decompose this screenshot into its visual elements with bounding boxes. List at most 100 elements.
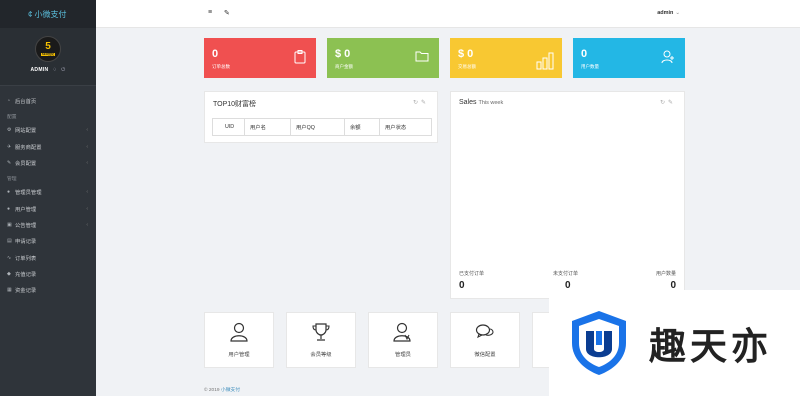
tile-member-level[interactable]: 会员等级 bbox=[286, 312, 356, 368]
sales-stat-paid: 已支付订单 0 bbox=[459, 270, 484, 291]
sidebar-item-user-manage[interactable]: ● 用户管理 ‹ bbox=[0, 200, 96, 216]
chart-line-icon: ∿ bbox=[7, 254, 12, 261]
sidebar: ¢ 小微支付 5 SEO优化 ADMIN ♢ ⏻ ◔ 后台首页 配置 ⚙ 网站配… bbox=[0, 0, 96, 396]
stat-card-orders[interactable]: 0 订单总数 bbox=[204, 38, 316, 78]
users-icon: ● bbox=[7, 205, 11, 212]
footer-copyright: © 2019 bbox=[204, 388, 220, 393]
sidebar-item-label: 订单列表 bbox=[15, 255, 37, 262]
top10-table: UID 用户名 用户QQ 余额 用户状态 bbox=[212, 118, 432, 136]
footer: © 2019 小微支付 bbox=[204, 386, 240, 393]
admin-users-icon bbox=[393, 322, 411, 342]
column-header-username[interactable]: 用户名 bbox=[244, 118, 291, 136]
user-menu[interactable]: admin ⌄ bbox=[657, 10, 680, 16]
menu-toggle-icon[interactable]: ≡ bbox=[208, 9, 212, 16]
list-icon: ▤ bbox=[7, 238, 12, 245]
sidebar-item-home[interactable]: ◔ 后台首页 bbox=[0, 93, 96, 109]
chevron-left-icon: ‹ bbox=[86, 189, 88, 196]
stat-value: $ 0 bbox=[335, 48, 351, 60]
user-icon: ● bbox=[7, 189, 11, 196]
sidebar-item-orders[interactable]: ∿ 订单列表 bbox=[0, 249, 96, 265]
sidebar-item-label: 公告管理 bbox=[15, 222, 37, 229]
chevron-left-icon: ‹ bbox=[86, 221, 88, 228]
sales-stat-label: 未支付订单 bbox=[553, 271, 579, 277]
tile-label: 微信配置 bbox=[474, 352, 496, 358]
clipboard-icon bbox=[294, 50, 306, 64]
sidebar-item-funds[interactable]: ▦ 资金记录 bbox=[0, 282, 96, 298]
footer-link[interactable]: 小微支付 bbox=[221, 388, 240, 393]
panel-tools: ↻✎ bbox=[660, 99, 676, 106]
pencil-icon[interactable]: ✎ bbox=[421, 100, 429, 106]
profile-row: ADMIN ♢ ⏻ bbox=[31, 67, 66, 73]
notification-icon[interactable]: ♢ bbox=[52, 67, 57, 73]
sidebar-item-admin-manage[interactable]: ● 管理员管理 ‹ bbox=[0, 184, 96, 200]
sidebar-section-config: 配置 bbox=[7, 115, 17, 121]
sidebar-item-label: 用户管理 bbox=[15, 206, 37, 213]
diamond-icon: ◆ bbox=[7, 270, 11, 277]
chevron-left-icon: ‹ bbox=[86, 127, 88, 134]
user-icon bbox=[230, 322, 248, 342]
power-icon[interactable]: ⏻ bbox=[61, 67, 65, 73]
chevron-left-icon: ‹ bbox=[86, 143, 88, 150]
sidebar-item-notice-manage[interactable]: ▣ 公告管理 ‹ bbox=[0, 217, 96, 233]
table-icon: ▦ bbox=[7, 287, 12, 294]
column-header-status[interactable]: 用户状态 bbox=[379, 118, 432, 136]
stat-value: 0 bbox=[581, 48, 588, 60]
column-header-uid[interactable]: UID bbox=[212, 118, 245, 136]
tile-label: 会员等级 bbox=[310, 352, 332, 358]
stat-card-merchant-amount[interactable]: $ 0 商户金额 bbox=[327, 38, 439, 78]
sales-title: Sales bbox=[459, 99, 477, 106]
sidebar-item-applications[interactable]: ▤ 申请记录 bbox=[0, 233, 96, 249]
sidebar-item-recharge[interactable]: ◆ 充值记录 bbox=[0, 266, 96, 282]
sidebar-item-label: 后台首页 bbox=[15, 99, 37, 106]
stat-card-trade-total[interactable]: $ 0 交易总额 bbox=[450, 38, 562, 78]
panel-title: Sales This week bbox=[459, 99, 503, 106]
sales-stat-unpaid: 未支付订单 0 bbox=[553, 270, 578, 291]
wrench-icon[interactable]: ✎ bbox=[224, 9, 230, 17]
tile-label: 用户管理 bbox=[228, 352, 250, 358]
table-header-row: UID 用户名 用户QQ 余额 用户状态 bbox=[212, 118, 432, 136]
user-add-icon bbox=[661, 50, 674, 64]
sales-panel: Sales This week ↻✎ 已支付订单 0 未支付订单 0 用户数量 … bbox=[450, 91, 685, 299]
pencil-icon[interactable]: ✎ bbox=[668, 100, 676, 106]
sidebar-section-manage: 管理 bbox=[7, 177, 17, 183]
stat-label: 商户金额 bbox=[335, 64, 353, 69]
column-header-balance[interactable]: 余额 bbox=[344, 118, 380, 136]
dashboard-icon: ◔ bbox=[7, 98, 11, 105]
sidebar-item-label: 申请记录 bbox=[15, 239, 37, 246]
trophy-icon bbox=[312, 323, 330, 341]
sidebar-item-label: 管理员管理 bbox=[15, 190, 42, 197]
tile-wechat-config[interactable]: 微信配置 bbox=[450, 312, 520, 368]
shield-logo-icon bbox=[572, 311, 626, 375]
gear-icon: ⚙ bbox=[7, 127, 12, 134]
chevron-left-icon: ‹ bbox=[86, 205, 88, 212]
sidebar-item-provider-config[interactable]: ✈ 服务商配置 ‹ bbox=[0, 139, 96, 155]
sidebar-item-label: 资金记录 bbox=[15, 288, 37, 295]
stat-label: 交易总额 bbox=[458, 64, 476, 69]
sales-subtitle: This week bbox=[478, 100, 504, 106]
bar-chart-icon bbox=[536, 52, 554, 70]
tile-label: 管理员 bbox=[395, 352, 411, 358]
panel-tools: ↻✎ bbox=[413, 99, 429, 106]
avatar[interactable]: 5 SEO优化 bbox=[35, 36, 61, 62]
sidebar-item-label: 充值记录 bbox=[15, 271, 37, 278]
wrench-icon: ✎ bbox=[7, 160, 12, 167]
tile-admins[interactable]: 管理员 bbox=[368, 312, 438, 368]
refresh-icon[interactable]: ↻ bbox=[660, 100, 668, 106]
stat-label: 用户数量 bbox=[581, 64, 599, 69]
watermark: 趣天亦 bbox=[549, 290, 800, 396]
sidebar-item-member-config[interactable]: ✎ 会员配置 ‹ bbox=[0, 155, 96, 171]
sidebar-nav: ◔ 后台首页 配置 ⚙ 网站配置 ‹ ✈ 服务商配置 ‹ ✎ 会员配置 ‹ 管理… bbox=[0, 86, 96, 298]
profile-username[interactable]: ADMIN bbox=[31, 67, 49, 73]
brand-logo[interactable]: ¢ 小微支付 bbox=[0, 0, 96, 28]
sidebar-item-site-config[interactable]: ⚙ 网站配置 ‹ bbox=[0, 122, 96, 138]
sidebar-item-label: 服务商配置 bbox=[15, 144, 42, 151]
send-icon: ✈ bbox=[7, 143, 12, 150]
refresh-icon[interactable]: ↻ bbox=[413, 100, 421, 106]
tile-user-manage[interactable]: 用户管理 bbox=[204, 312, 274, 368]
column-header-qq[interactable]: 用户QQ bbox=[290, 118, 345, 136]
sidebar-item-label: 网站配置 bbox=[15, 128, 37, 135]
stat-card-user-count[interactable]: 0 用户数量 bbox=[573, 38, 685, 78]
sales-stat-label: 已支付订单 bbox=[459, 271, 485, 277]
chevron-down-icon: ⌄ bbox=[675, 10, 680, 16]
sales-stat-label: 用户数量 bbox=[655, 271, 676, 277]
